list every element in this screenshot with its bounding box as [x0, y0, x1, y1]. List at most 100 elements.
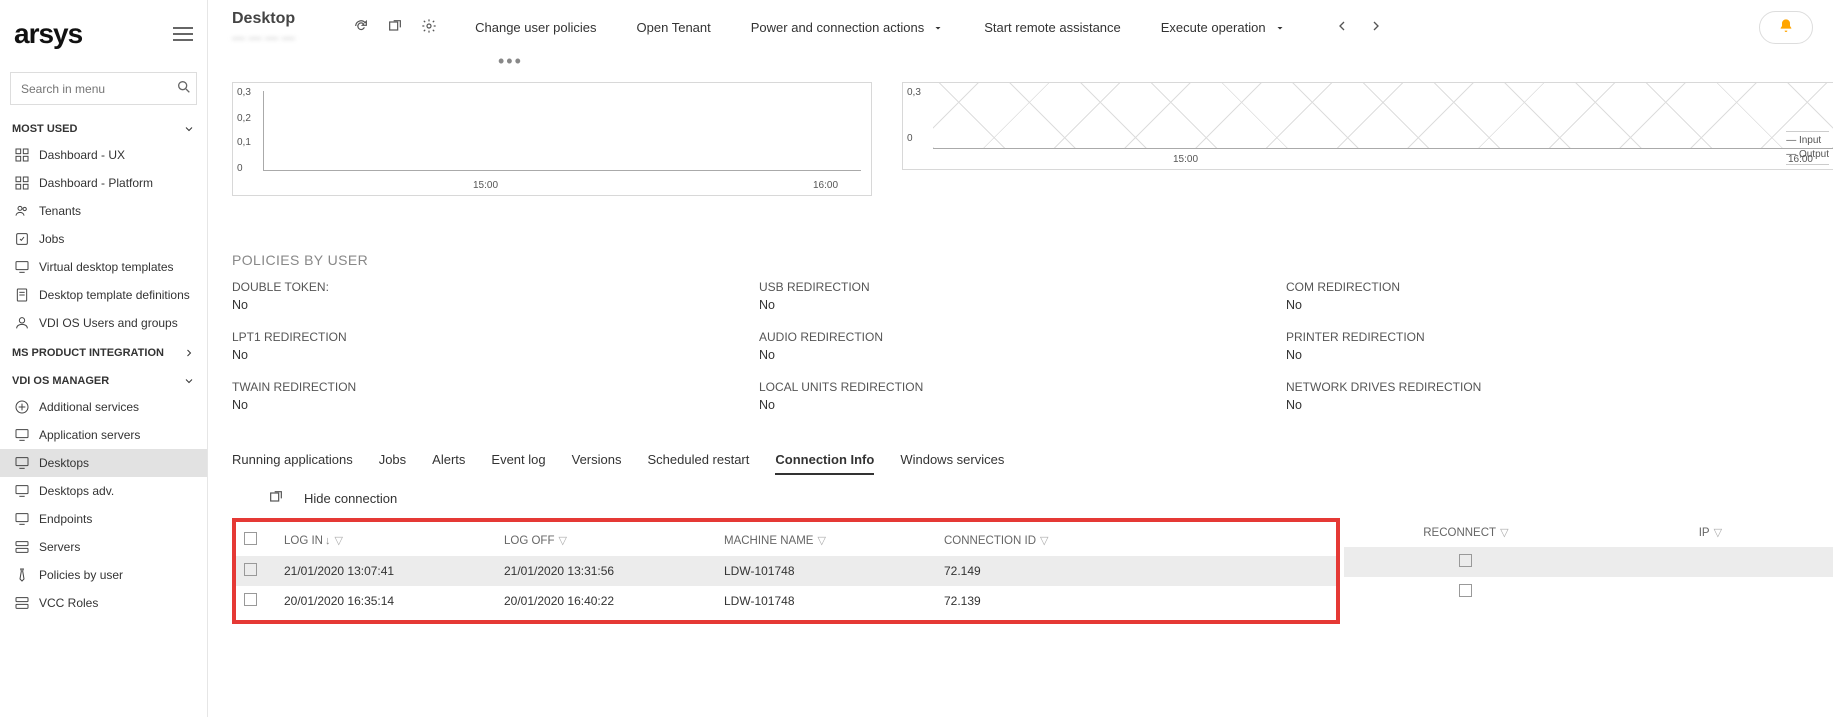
- filter-icon[interactable]: ▽: [558, 535, 566, 547]
- sidebar-item-label: Policies by user: [39, 568, 123, 582]
- table-row[interactable]: [1344, 577, 1833, 607]
- filter-icon[interactable]: ▽: [1714, 527, 1722, 539]
- policy-value: No: [232, 298, 719, 312]
- y-tick: 0,1: [237, 137, 251, 148]
- policy-item: NETWORK DRIVES REDIRECTIONNo: [1286, 380, 1773, 412]
- tab-running-apps[interactable]: Running applications: [232, 452, 353, 475]
- monitor-icon: [14, 511, 30, 527]
- chevron-down-icon: [183, 123, 195, 135]
- search-input-wrap[interactable]: [10, 72, 197, 105]
- more-icon[interactable]: •••: [498, 51, 523, 71]
- notifications-button[interactable]: [1759, 11, 1813, 44]
- sidebar-item-dtd[interactable]: Desktop template definitions: [0, 281, 207, 309]
- policy-item: DOUBLE TOKEN:No: [232, 280, 719, 312]
- row-checkbox[interactable]: [244, 563, 257, 576]
- tab-event-log[interactable]: Event log: [491, 452, 545, 475]
- server-icon: [14, 539, 30, 555]
- open-external-icon[interactable]: [387, 18, 403, 37]
- nav-prev-icon[interactable]: [1334, 18, 1350, 37]
- cell-cid: 72.149: [936, 556, 1336, 586]
- reconnect-checkbox[interactable]: [1459, 554, 1472, 567]
- table-row[interactable]: 20/01/2020 16:35:14 20/01/2020 16:40:22 …: [236, 586, 1336, 616]
- sidebar-item-vdt[interactable]: Virtual desktop templates: [0, 253, 207, 281]
- tab-jobs[interactable]: Jobs: [379, 452, 406, 475]
- sidebar-item-servers[interactable]: Servers: [0, 533, 207, 561]
- policy-item: COM REDIRECTIONNo: [1286, 280, 1773, 312]
- bell-icon: [1778, 18, 1794, 34]
- col-machine[interactable]: MACHINE NAME: [724, 535, 813, 547]
- policy-value: No: [759, 298, 1246, 312]
- action-label: Change user policies: [475, 20, 596, 35]
- policy-label: NETWORK DRIVES REDIRECTION: [1286, 380, 1773, 394]
- cell-machine: LDW-101748: [716, 586, 936, 616]
- table-row[interactable]: 21/01/2020 13:07:41 21/01/2020 13:31:56 …: [236, 556, 1336, 586]
- col-reconnect[interactable]: RECONNECT: [1423, 527, 1496, 539]
- action-label: Start remote assistance: [984, 20, 1121, 35]
- y-tick: 0,3: [907, 87, 921, 98]
- filter-icon[interactable]: ▽: [817, 535, 825, 547]
- sort-down-icon[interactable]: ↓: [325, 535, 331, 547]
- chevron-right-icon: [183, 347, 195, 359]
- filter-icon[interactable]: ▽: [1040, 535, 1048, 547]
- search-input[interactable]: [21, 82, 176, 96]
- nav-next-icon[interactable]: [1368, 18, 1384, 37]
- action-change-policies[interactable]: Change user policies: [475, 20, 596, 35]
- menu-toggle-icon[interactable]: [173, 27, 193, 41]
- reconnect-checkbox[interactable]: [1459, 584, 1472, 597]
- col-login[interactable]: LOG IN: [284, 535, 323, 547]
- cell-login: 20/01/2020 16:35:14: [276, 586, 496, 616]
- gear-icon[interactable]: [421, 18, 437, 37]
- sidebar-section-label: MS PRODUCT INTEGRATION: [12, 347, 164, 359]
- select-all-checkbox[interactable]: [244, 532, 257, 545]
- col-ip[interactable]: IP: [1699, 527, 1710, 539]
- tab-alerts[interactable]: Alerts: [432, 452, 465, 475]
- topbar: Desktop — — — — Change user policies Ope…: [208, 0, 1833, 49]
- y-tick: 0,3: [237, 87, 251, 98]
- table-row[interactable]: [1344, 547, 1833, 577]
- sidebar-item-additional[interactable]: Additional services: [0, 393, 207, 421]
- cell-machine: LDW-101748: [716, 556, 936, 586]
- sidebar-item-dashboard-platform[interactable]: Dashboard - Platform: [0, 169, 207, 197]
- col-cid[interactable]: CONNECTION ID: [944, 535, 1036, 547]
- tab-scheduled-restart[interactable]: Scheduled restart: [647, 452, 749, 475]
- sidebar-item-desktops-adv[interactable]: Desktops adv.: [0, 477, 207, 505]
- policy-item: LOCAL UNITS REDIRECTIONNo: [759, 380, 1246, 412]
- filter-icon[interactable]: ▽: [334, 535, 342, 547]
- policy-value: No: [1286, 298, 1773, 312]
- sidebar-item-endpoints[interactable]: Endpoints: [0, 505, 207, 533]
- sidebar-item-vcc-roles[interactable]: VCC Roles: [0, 589, 207, 617]
- action-power-connection[interactable]: Power and connection actions: [751, 20, 944, 35]
- policy-item: USB REDIRECTIONNo: [759, 280, 1246, 312]
- sidebar-item-label: VDI OS Users and groups: [39, 316, 178, 330]
- sidebar-item-label: Dashboard - UX: [39, 148, 125, 162]
- row-checkbox[interactable]: [244, 593, 257, 606]
- tab-windows-services[interactable]: Windows services: [900, 452, 1004, 475]
- action-remote-assist[interactable]: Start remote assistance: [984, 20, 1121, 35]
- hide-connection-icon[interactable]: [268, 489, 284, 508]
- sidebar-item-app-servers[interactable]: Application servers: [0, 421, 207, 449]
- filter-icon[interactable]: ▽: [1500, 527, 1508, 539]
- action-label: Execute operation: [1161, 20, 1266, 35]
- sidebar-item-dashboard-ux[interactable]: Dashboard - UX: [0, 141, 207, 169]
- action-open-tenant[interactable]: Open Tenant: [637, 20, 711, 35]
- jobs-icon: [14, 231, 30, 247]
- sidebar-section-vdi-os[interactable]: VDI OS MANAGER: [0, 365, 207, 393]
- sidebar-section-ms-product[interactable]: MS PRODUCT INTEGRATION: [0, 337, 207, 365]
- legend-label: Input: [1799, 135, 1821, 146]
- sidebar-item-policies-user[interactable]: Policies by user: [0, 561, 207, 589]
- sidebar-item-desktops[interactable]: Desktops: [0, 449, 207, 477]
- sidebar-section-most-used[interactable]: MOST USED: [0, 113, 207, 141]
- sidebar-item-vdi-users[interactable]: VDI OS Users and groups: [0, 309, 207, 337]
- refresh-icon[interactable]: [353, 18, 369, 37]
- col-logoff[interactable]: LOG OFF: [504, 535, 554, 547]
- sidebar-item-label: Dashboard - Platform: [39, 176, 153, 190]
- sidebar-item-tenants[interactable]: Tenants: [0, 197, 207, 225]
- sidebar-item-jobs[interactable]: Jobs: [0, 225, 207, 253]
- action-execute-op[interactable]: Execute operation: [1161, 20, 1286, 35]
- y-tick: 0: [907, 133, 913, 144]
- search-icon[interactable]: [176, 79, 192, 98]
- hide-connection-label[interactable]: Hide connection: [304, 491, 397, 506]
- dashboard-icon: [14, 175, 30, 191]
- tab-connection-info[interactable]: Connection Info: [775, 452, 874, 475]
- tab-versions[interactable]: Versions: [572, 452, 622, 475]
